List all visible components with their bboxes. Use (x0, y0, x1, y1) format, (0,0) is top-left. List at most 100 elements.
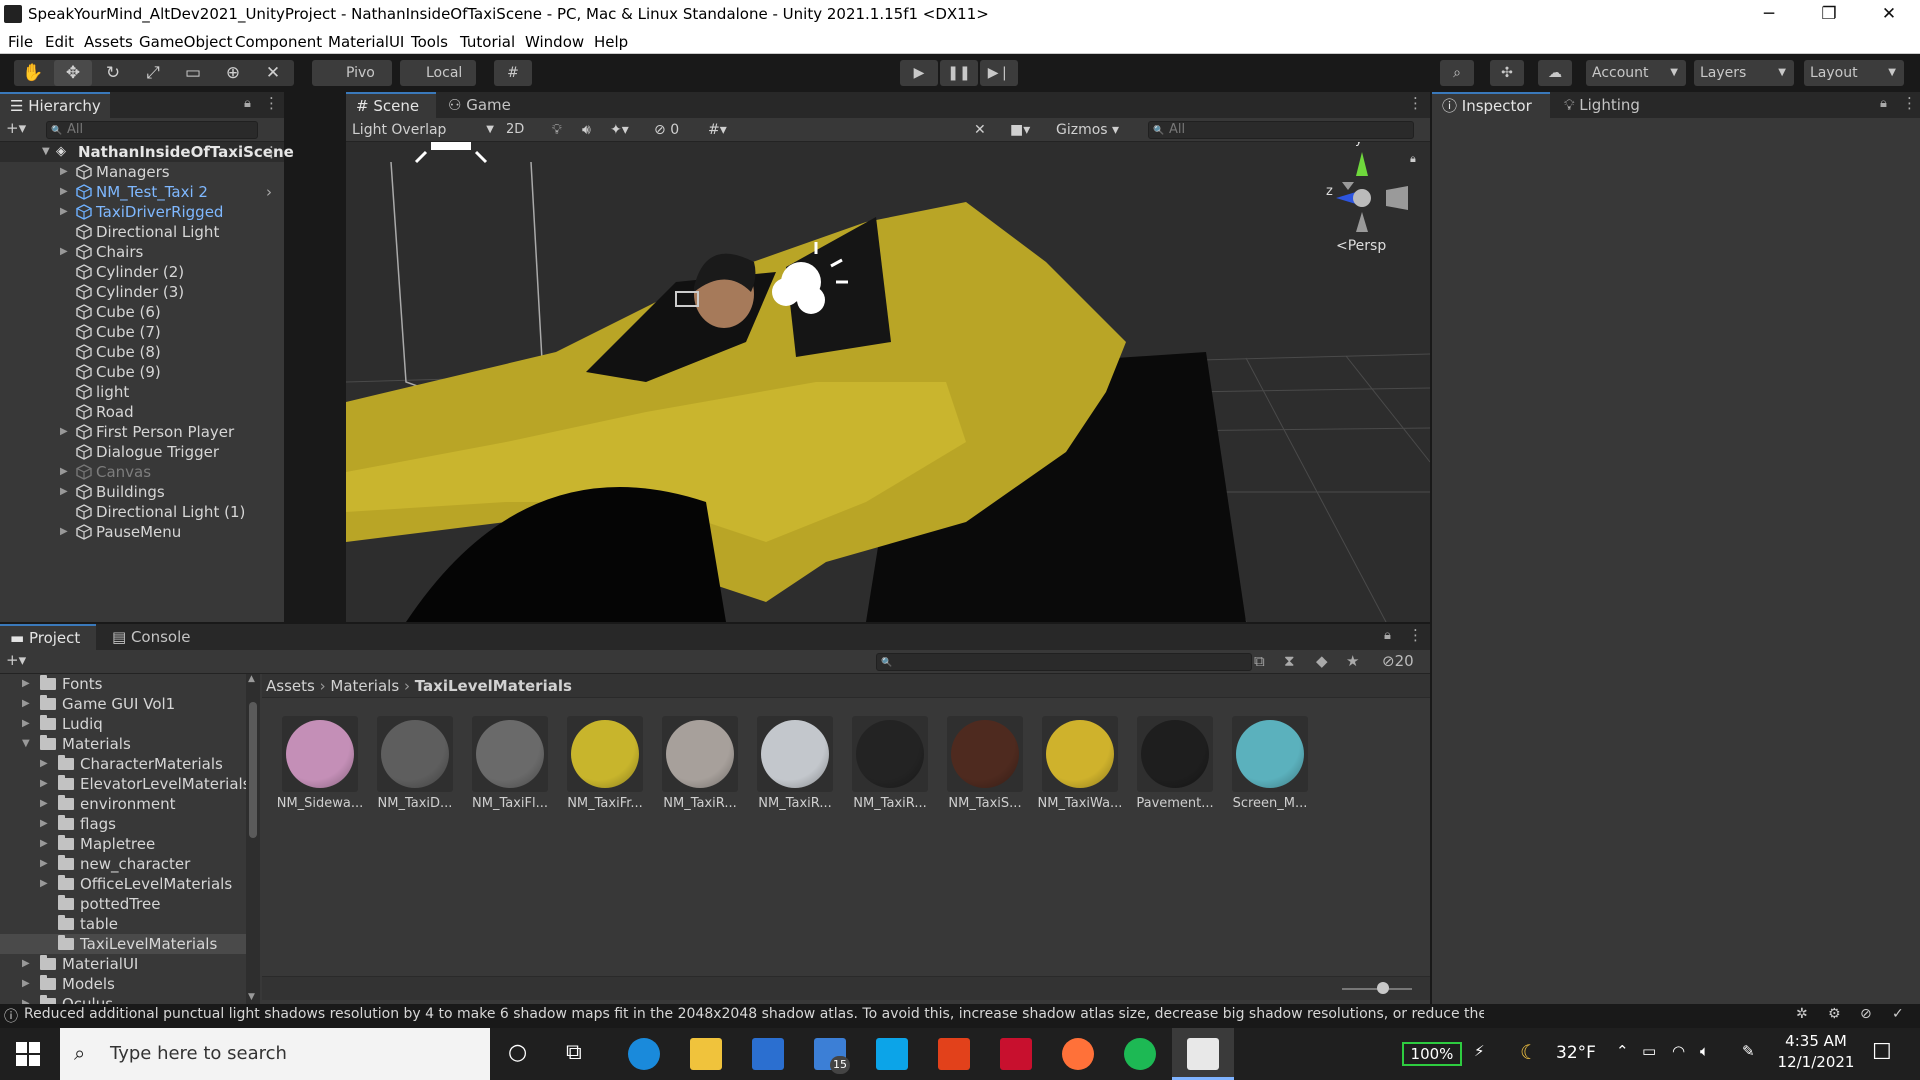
breadcrumb-assets[interactable]: Assets (266, 677, 315, 695)
cloud-icon[interactable]: ☁ (1538, 60, 1572, 86)
office-icon[interactable] (938, 1038, 970, 1070)
windows-start-icon[interactable] (16, 1042, 40, 1066)
scene-menu-icon[interactable]: ⋮ (264, 142, 279, 162)
hierarchy-item[interactable]: Cube (6) (0, 302, 284, 322)
hierarchy-search-input[interactable]: All (46, 121, 258, 139)
scene-search-input[interactable]: All (1148, 121, 1414, 139)
hierarchy-item[interactable]: Road (0, 402, 284, 422)
local-toggle[interactable]: Local (400, 60, 476, 86)
layout-dropdown[interactable]: Layout ▼ (1804, 60, 1904, 86)
material-asset[interactable]: NM_TaxiR... (654, 716, 744, 816)
scale-tool-icon[interactable]: ⤢ (134, 60, 172, 86)
clock[interactable]: 4:35 AM 12/1/2021 (1766, 1032, 1866, 1076)
menu-assets[interactable]: Assets (84, 33, 133, 51)
taskbar-search-input[interactable]: ⌕ Type here to search (60, 1028, 490, 1080)
hierarchy-item[interactable]: Dialogue Trigger (0, 442, 284, 462)
search-icon[interactable]: ⌕ (1440, 60, 1474, 86)
tab-inspector[interactable]: ⓘ Inspector (1432, 92, 1550, 118)
task-view-icon[interactable]: ⧉ (566, 1040, 582, 1065)
material-asset[interactable]: NM_TaxiWa... (1034, 716, 1124, 816)
expand-arrow-icon[interactable]: ▶ (60, 242, 68, 262)
project-search-input[interactable] (876, 653, 1252, 671)
material-asset[interactable]: NM_TaxiR... (749, 716, 839, 816)
scroll-down-arrow-icon[interactable]: ▼ (248, 992, 255, 1002)
folder-item[interactable]: ▼ Materials (0, 734, 246, 754)
filter-icon[interactable]: ⧗ (1284, 652, 1295, 670)
collab-icon[interactable]: ✣ (1490, 60, 1524, 86)
expand-arrow-icon[interactable]: ▶ (60, 482, 68, 502)
menu-file[interactable]: File (8, 33, 33, 51)
tools-icon[interactable]: ✕ (974, 120, 986, 140)
pen-icon[interactable]: ✎ (1742, 1042, 1755, 1060)
battery-icon[interactable]: ▭ (1642, 1042, 1656, 1060)
lighting-toggle-icon[interactable]: 💡︎ (552, 120, 562, 140)
folder-item[interactable]: ▶ Oculus (0, 994, 246, 1004)
favorite-star-icon[interactable]: ★ (1346, 652, 1359, 670)
menu-component[interactable]: Component (235, 33, 322, 51)
move-tool-icon[interactable]: ✥ (54, 60, 92, 86)
hidden-objects-icon[interactable]: ⊘ 0 (654, 120, 679, 140)
hierarchy-item[interactable]: ▶ Canvas (0, 462, 284, 482)
menu-tutorial[interactable]: Tutorial (460, 33, 515, 51)
expand-arrow-icon[interactable]: ▶ (40, 874, 48, 894)
unity-taskbar-button[interactable] (1172, 1028, 1234, 1080)
pivot-toggle[interactable]: Pivo (312, 60, 392, 86)
debug-icon[interactable]: ✲ (1796, 1006, 1808, 1022)
expand-arrow-icon[interactable]: ▶ (40, 854, 48, 874)
material-asset[interactable]: NM_TaxiD... (369, 716, 459, 816)
folder-item[interactable]: ▶ Models (0, 974, 246, 994)
hierarchy-item[interactable]: ▶ Chairs (0, 242, 284, 262)
l-app-icon[interactable] (876, 1038, 908, 1070)
effects-toggle-icon[interactable]: ✦▾ (610, 120, 629, 140)
network-icon[interactable]: ⚙ (1828, 1006, 1841, 1022)
hierarchy-item[interactable]: Cylinder (2) (0, 262, 284, 282)
lock-icon[interactable]: 🔒︎ (1880, 96, 1887, 111)
wifi-icon[interactable]: ◠ (1672, 1042, 1685, 1060)
folder-item[interactable]: table (0, 914, 246, 934)
hierarchy-item[interactable]: Cube (7) (0, 322, 284, 342)
expand-arrow-icon[interactable]: ▶ (60, 162, 68, 182)
material-asset[interactable]: NM_TaxiR... (844, 716, 934, 816)
expand-arrow-icon[interactable]: ▶ (60, 522, 68, 542)
expand-arrow-icon[interactable]: ▶ (40, 774, 48, 794)
mcafee-icon[interactable] (1000, 1038, 1032, 1070)
show-hidden-icons-icon[interactable]: ⌃ (1616, 1042, 1629, 1060)
battery-percentage[interactable]: 100% (1402, 1042, 1462, 1066)
label-icon[interactable]: ◆ (1316, 652, 1328, 670)
folder-item[interactable]: ▶ new_character (0, 854, 246, 874)
more-menu-icon[interactable]: ⋮ (1408, 94, 1423, 112)
pause-button[interactable]: ❚❚ (940, 60, 978, 86)
close-button[interactable]: ✕ (1860, 0, 1918, 29)
rotate-tool-icon[interactable]: ↻ (94, 60, 132, 86)
expand-arrow-icon[interactable]: ▶ (60, 202, 68, 222)
gizmos-dropdown[interactable]: Gizmos ▾ (1056, 120, 1144, 140)
status-message[interactable]: Reduced additional punctual light shadow… (24, 1006, 1484, 1022)
scrollbar-thumb[interactable] (249, 702, 257, 838)
material-asset[interactable]: NM_Sidewa... (274, 716, 364, 816)
folder-item[interactable]: ▶ Fonts (0, 674, 246, 694)
grid-toggle-icon[interactable]: #▾ (708, 120, 727, 140)
hierarchy-item[interactable]: light (0, 382, 284, 402)
moon-weather-icon[interactable]: ☾ (1520, 1040, 1538, 1064)
microsoft-store-icon[interactable] (752, 1038, 784, 1070)
file-explorer-icon[interactable] (690, 1038, 722, 1070)
mail-icon[interactable]: 15 (814, 1038, 850, 1074)
folder-item[interactable]: ▶ ElevatorLevelMaterials (0, 774, 246, 794)
menu-edit[interactable]: Edit (45, 33, 74, 51)
more-menu-icon[interactable]: ⋮ (264, 94, 279, 112)
rect-tool-icon[interactable]: ▭ (174, 60, 212, 86)
lock-icon[interactable]: 🔒︎ (1384, 628, 1391, 643)
temperature[interactable]: 32°F (1556, 1043, 1596, 1063)
hierarchy-item[interactable]: ▶ TaxiDriverRigged (0, 202, 284, 222)
gizmo-lock-icon[interactable]: 🔒︎ (1410, 152, 1416, 166)
hierarchy-item[interactable]: ▶ Buildings (0, 482, 284, 502)
camera-icon[interactable]: ■▾ (1010, 120, 1030, 140)
tab-scene[interactable]: # Scene (346, 92, 436, 118)
material-asset[interactable]: NM_TaxiFr... (559, 716, 649, 816)
expand-arrow-icon[interactable]: ▶ (60, 182, 68, 202)
expand-arrow-icon[interactable]: ▶ (60, 422, 68, 442)
expand-arrow-icon[interactable]: ▶ (60, 462, 68, 482)
folder-item[interactable]: ▶ Ludiq (0, 714, 246, 734)
tab-lighting[interactable]: 💡︎ Lighting (1554, 92, 1654, 118)
hierarchy-item[interactable]: ▶ Managers (0, 162, 284, 182)
